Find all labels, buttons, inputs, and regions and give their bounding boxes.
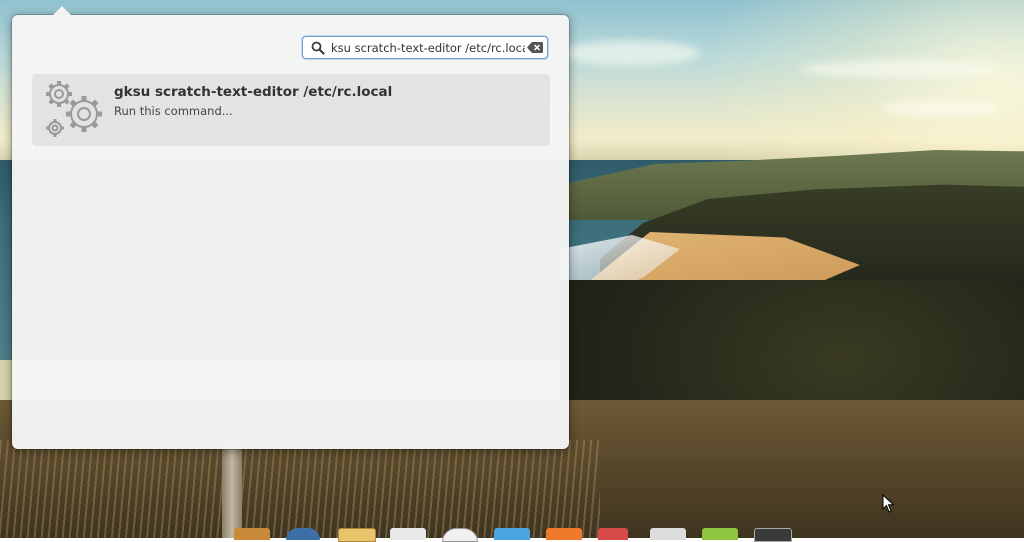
dock-photos-icon[interactable] [650, 528, 686, 540]
wallpaper-cloud [560, 40, 700, 66]
wallpaper-fence-post [222, 440, 242, 538]
dock-app-store-icon[interactable] [494, 528, 530, 540]
dock-terminal-icon[interactable] [754, 528, 792, 542]
dock-music-icon[interactable] [546, 528, 582, 540]
wallpaper-cloud [880, 100, 1000, 116]
dock-notes-icon[interactable] [338, 528, 376, 542]
launcher-popover: gksu scratch-text-editor /etc/rc.local R… [12, 6, 569, 449]
search-icon [307, 37, 329, 58]
search-result-item[interactable]: gksu scratch-text-editor /etc/rc.local R… [32, 74, 550, 146]
wallpaper-grass-blades [0, 440, 600, 538]
search-input[interactable] [329, 37, 525, 58]
dock-mail-icon[interactable] [390, 528, 426, 540]
dock-calendar-icon[interactable] [598, 528, 628, 540]
result-title: gksu scratch-text-editor /etc/rc.local [114, 84, 393, 100]
clear-text-icon[interactable] [525, 37, 545, 58]
dock-files-icon[interactable] [234, 528, 270, 540]
wallpaper-cloud [800, 60, 1000, 78]
dock-android-icon[interactable] [702, 528, 738, 540]
dock-clock-icon[interactable] [442, 528, 478, 542]
popover-arrow [52, 6, 72, 16]
dock-browser-icon[interactable] [286, 528, 320, 540]
search-box[interactable] [302, 36, 548, 59]
result-subtitle: Run this command... [114, 104, 233, 118]
mouse-cursor-icon [882, 493, 896, 514]
gears-icon [42, 76, 106, 142]
